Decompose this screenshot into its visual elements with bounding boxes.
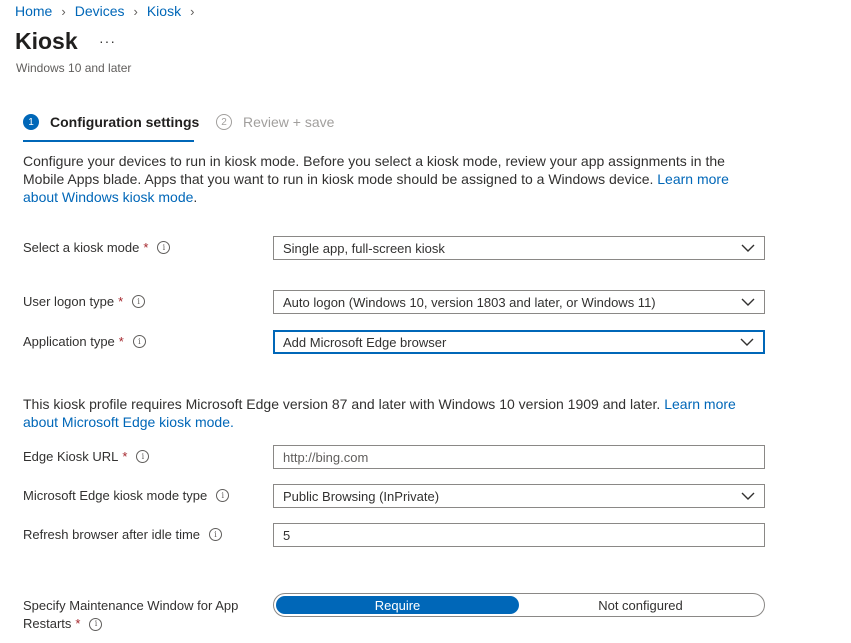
wizard-step-configuration[interactable]: 1 Configuration settings	[23, 114, 199, 130]
toggle-option-not-configured[interactable]: Not configured	[519, 596, 762, 614]
field-label-text: Application type	[23, 334, 115, 349]
user-logon-type-select[interactable]: Auto logon (Windows 10, version 1803 and…	[273, 290, 765, 314]
edge-kiosk-url-input[interactable]: http://bing.com	[273, 445, 765, 469]
edge-kiosk-url-label: Edge Kiosk URL * i	[23, 449, 150, 464]
edge-kiosk-mode-type-label: Microsoft Edge kiosk mode type i	[23, 488, 230, 503]
edge-kiosk-mode-type-select[interactable]: Public Browsing (InPrivate)	[273, 484, 765, 508]
application-type-select[interactable]: Add Microsoft Edge browser	[273, 330, 765, 354]
info-icon[interactable]: i	[157, 241, 171, 254]
edge-requirement-note: This kiosk profile requires Microsoft Ed…	[23, 395, 743, 431]
intro-description: Configure your devices to run in kiosk m…	[23, 152, 743, 206]
application-type-label: Application type * i	[23, 334, 146, 349]
select-value: Single app, full-screen kiosk	[283, 240, 445, 256]
field-label-text: Refresh browser after idle time	[23, 527, 201, 542]
info-icon[interactable]: i	[132, 335, 146, 348]
refresh-idle-input[interactable]: 5	[273, 523, 765, 547]
chevron-down-icon	[741, 492, 755, 500]
select-value: Auto logon (Windows 10, version 1803 and…	[283, 294, 656, 310]
wizard-step-review[interactable]: 2 Review + save	[216, 114, 334, 130]
page-subtitle: Windows 10 and later	[16, 61, 132, 75]
breadcrumb-home[interactable]: Home	[15, 3, 52, 19]
required-marker: *	[122, 449, 128, 464]
refresh-idle-label: Refresh browser after idle time i	[23, 527, 223, 542]
breadcrumb: Home › Devices › Kiosk ›	[15, 3, 203, 19]
step-number-badge: 1	[23, 114, 39, 130]
chevron-down-icon	[741, 244, 755, 252]
kiosk-mode-select[interactable]: Single app, full-screen kiosk	[273, 236, 765, 260]
required-marker: *	[143, 240, 149, 255]
step-label: Configuration settings	[50, 114, 200, 130]
step-number-badge: 2	[216, 114, 232, 130]
page-title: Kiosk	[15, 28, 78, 54]
required-marker: *	[118, 294, 124, 309]
step-label: Review + save	[243, 114, 335, 130]
kiosk-mode-label: Select a kiosk mode * i	[23, 240, 171, 255]
field-label-line2-row: Restarts * i	[23, 615, 238, 633]
field-label-line1: Specify Maintenance Window for App	[23, 598, 239, 613]
breadcrumb-devices[interactable]: Devices	[75, 3, 125, 19]
intro-suffix: .	[193, 189, 198, 205]
info-icon[interactable]: i	[89, 617, 103, 631]
select-value: Add Microsoft Edge browser	[283, 334, 447, 350]
info-icon[interactable]: i	[216, 489, 230, 502]
field-label-text: Microsoft Edge kiosk mode type	[23, 488, 208, 503]
user-logon-type-label: User logon type * i	[23, 294, 146, 309]
edge-note-text: This kiosk profile requires Microsoft Ed…	[23, 396, 665, 412]
info-icon[interactable]: i	[136, 450, 150, 463]
maintenance-window-label: Specify Maintenance Window for App Resta…	[23, 597, 238, 633]
required-marker: *	[118, 334, 124, 349]
info-icon[interactable]: i	[132, 295, 146, 308]
chevron-down-icon	[741, 298, 755, 306]
info-icon[interactable]: i	[209, 528, 223, 541]
chevron-right-icon: ›	[133, 3, 138, 19]
maintenance-window-toggle[interactable]: Require Not configured	[273, 593, 765, 617]
select-value: Public Browsing (InPrivate)	[283, 488, 440, 504]
more-options-button[interactable]: ···	[99, 33, 116, 49]
chevron-right-icon: ›	[190, 3, 195, 19]
active-step-indicator	[23, 140, 194, 142]
field-label-text: Edge Kiosk URL	[23, 449, 119, 464]
field-label-line2: Restarts	[23, 616, 72, 631]
chevron-down-icon	[740, 338, 754, 346]
field-label-text: Select a kiosk mode	[23, 240, 140, 255]
field-label-text: User logon type	[23, 294, 115, 309]
breadcrumb-kiosk[interactable]: Kiosk	[147, 3, 181, 19]
chevron-right-icon: ›	[61, 3, 66, 19]
toggle-option-require[interactable]: Require	[276, 596, 519, 614]
required-marker: *	[75, 616, 81, 631]
intro-text: Configure your devices to run in kiosk m…	[23, 153, 725, 187]
